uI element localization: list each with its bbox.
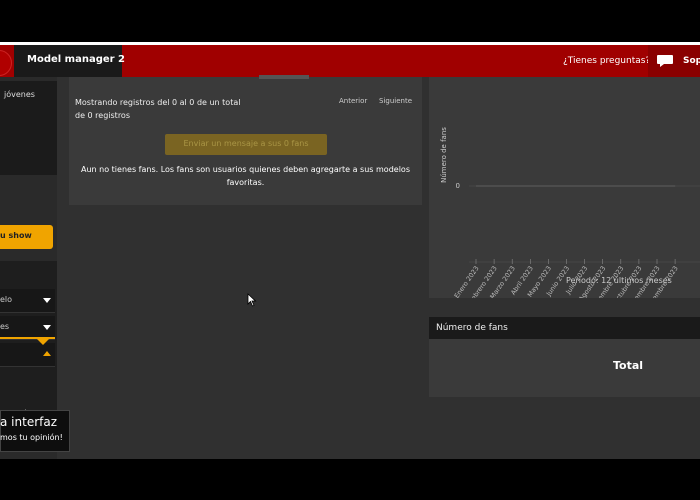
video-letterbox-top: [0, 0, 700, 42]
sidebar-category-text: jóvenes: [4, 90, 35, 99]
sidebar-active-arrow: [37, 339, 49, 345]
fans-list-card: Mostrando registros del 0 al 0 de un tot…: [69, 75, 422, 205]
sidebar-item-label: es: [0, 322, 10, 331]
records-info: Mostrando registros del 0 al 0 de un tot…: [75, 98, 241, 120]
fans-count-title: Número de fans: [436, 323, 508, 333]
sidebar: jóvenes u show elo es anancias: [0, 77, 57, 459]
start-show-label: u show: [0, 231, 32, 240]
fans-count-header: Número de fans: [429, 317, 700, 339]
fans-total-label: Total: [613, 359, 644, 372]
pagination-previous[interactable]: Anterior: [339, 97, 367, 105]
y-axis-label: Número de fans: [440, 127, 448, 183]
empty-state-text: Aun no tienes fans. Los fans son usuario…: [81, 165, 410, 187]
chevron-down-icon: [43, 325, 51, 330]
help-link[interactable]: ¿Tienes preguntas?: [563, 56, 650, 66]
fans-chart-card: Número de fans 0 Enero 2023 Febrero 2023 Mar…: [429, 77, 700, 298]
app-title: Model manager 2: [27, 54, 126, 65]
send-message-label: Enviar un mensaje a sus 0 fans: [183, 139, 309, 148]
faded-heading: [259, 75, 309, 79]
fans-line-chart: Número de fans0Enero 2023Febrero 2023Mar…: [440, 127, 700, 298]
sidebar-item-fans[interactable]: [0, 343, 55, 367]
top-bar: Model manager 2 ¿Tienes preguntas? Sop: [0, 42, 700, 77]
chevron-up-icon: [43, 351, 51, 356]
feedback-subtitle: mos tu opinión!: [0, 433, 63, 442]
logo-icon[interactable]: [0, 50, 12, 76]
chat-icon: [657, 55, 673, 67]
sidebar-menu-panel: elo es: [0, 261, 57, 411]
support-label: Sop: [683, 56, 700, 66]
mouse-cursor-icon: [247, 293, 257, 307]
model-manager-app: Model manager 2 ¿Tienes preguntas? Sop j…: [0, 42, 700, 459]
sidebar-item-label: elo: [0, 295, 13, 304]
fans-count-body: Total: [429, 339, 700, 397]
chart-period: Periodo: 12 últimos meses: [566, 276, 672, 285]
sidebar-item-modelo[interactable]: elo: [0, 289, 55, 313]
video-letterbox-bottom: [0, 459, 700, 500]
feedback-title: a interfaz: [0, 415, 58, 429]
chevron-down-icon: [43, 298, 51, 303]
send-message-button[interactable]: Enviar un mensaje a sus 0 fans: [165, 134, 327, 155]
pagination-next[interactable]: Siguiente: [379, 97, 412, 105]
y-tick-label: 0: [456, 182, 460, 190]
